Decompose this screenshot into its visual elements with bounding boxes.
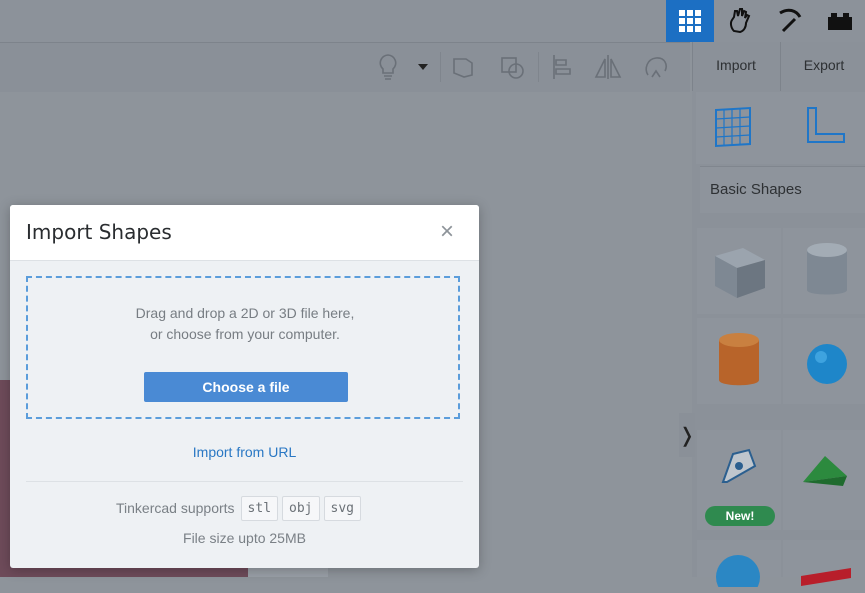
- notes-dropdown[interactable]: [408, 47, 438, 87]
- file-dropzone[interactable]: Drag and drop a 2D or 3D file here, or c…: [26, 276, 460, 419]
- workplane-grid-icon: [715, 106, 751, 148]
- format-chip: svg: [323, 495, 361, 521]
- align-button[interactable]: [544, 47, 580, 87]
- grid-icon: [679, 10, 701, 32]
- shape-sphere[interactable]: [783, 318, 865, 404]
- minecraft-button[interactable]: [766, 0, 814, 42]
- shape-cylinder[interactable]: [697, 318, 781, 404]
- category-label: Basic Shapes: [710, 181, 802, 198]
- grid-view-button[interactable]: [666, 0, 714, 42]
- format-chip: obj: [282, 495, 320, 521]
- shape-partial-icon: [716, 555, 760, 587]
- ruler-icon: [807, 107, 845, 143]
- choose-file-button[interactable]: Choose a file: [144, 372, 348, 402]
- shape-box[interactable]: [697, 228, 781, 314]
- shape-partial[interactable]: [783, 540, 865, 586]
- panel-divider: [692, 42, 693, 91]
- panel-collapse-button[interactable]: ❭: [679, 413, 695, 457]
- text-shape-icon: [801, 568, 851, 586]
- cylinder-icon: [719, 333, 759, 386]
- import-from-url-link[interactable]: Import from URL: [10, 444, 479, 460]
- align-icon: [553, 55, 571, 79]
- mirror-icon: [594, 55, 622, 79]
- supported-formats: Tinkercad supports stl obj svg: [116, 493, 361, 523]
- workplane-tool[interactable]: [712, 104, 754, 153]
- file-size-note: File size upto 25MB: [183, 530, 306, 546]
- shape-partial[interactable]: [697, 540, 781, 587]
- brick-icon: [828, 13, 852, 30]
- mirror-button[interactable]: [590, 47, 626, 87]
- import-shapes-dialog: Import Shapes × Drag and drop a 2D or 3D…: [10, 205, 479, 568]
- toolbar-divider: [538, 52, 539, 82]
- box-shape-icon: [715, 248, 765, 298]
- shape-roof[interactable]: [783, 430, 865, 530]
- dropzone-instruction: or choose from your computer.: [150, 326, 340, 342]
- cylinder-hole-icon: [807, 243, 847, 295]
- cruise-button[interactable]: [638, 47, 674, 87]
- group-icon: [453, 58, 473, 78]
- scribble-pen-icon: [721, 448, 757, 483]
- import-button[interactable]: Import: [700, 52, 772, 78]
- new-badge: New!: [705, 506, 775, 526]
- roof-icon: [803, 456, 847, 486]
- panel-divider: [780, 42, 781, 91]
- dialog-divider: [26, 481, 463, 482]
- ruler-tool[interactable]: [804, 104, 848, 153]
- ungroup-button[interactable]: [494, 47, 530, 87]
- lego-bricks-button[interactable]: [816, 0, 864, 42]
- tinker-hand-button[interactable]: [716, 0, 764, 42]
- lightbulb-icon: [379, 54, 397, 80]
- format-chip: stl: [240, 495, 279, 521]
- toolbar-divider: [440, 52, 441, 82]
- dropzone-instruction: Drag and drop a 2D or 3D file here,: [135, 305, 355, 321]
- export-button[interactable]: Export: [788, 52, 860, 78]
- close-icon[interactable]: ×: [440, 220, 454, 244]
- hand-icon: [729, 8, 751, 34]
- cruise-icon: [645, 57, 667, 78]
- toolbar: [0, 42, 690, 92]
- ungroup-icon: [501, 57, 524, 79]
- dialog-title: Import Shapes: [26, 220, 172, 244]
- notes-button[interactable]: [370, 47, 406, 87]
- group-button[interactable]: [446, 47, 482, 87]
- dropdown-arrow-icon: [418, 64, 428, 70]
- sphere-icon: [807, 344, 847, 384]
- shape-cylinder-hole[interactable]: [783, 228, 865, 314]
- supports-label: Tinkercad supports: [116, 500, 235, 516]
- pickaxe-icon: [779, 8, 802, 33]
